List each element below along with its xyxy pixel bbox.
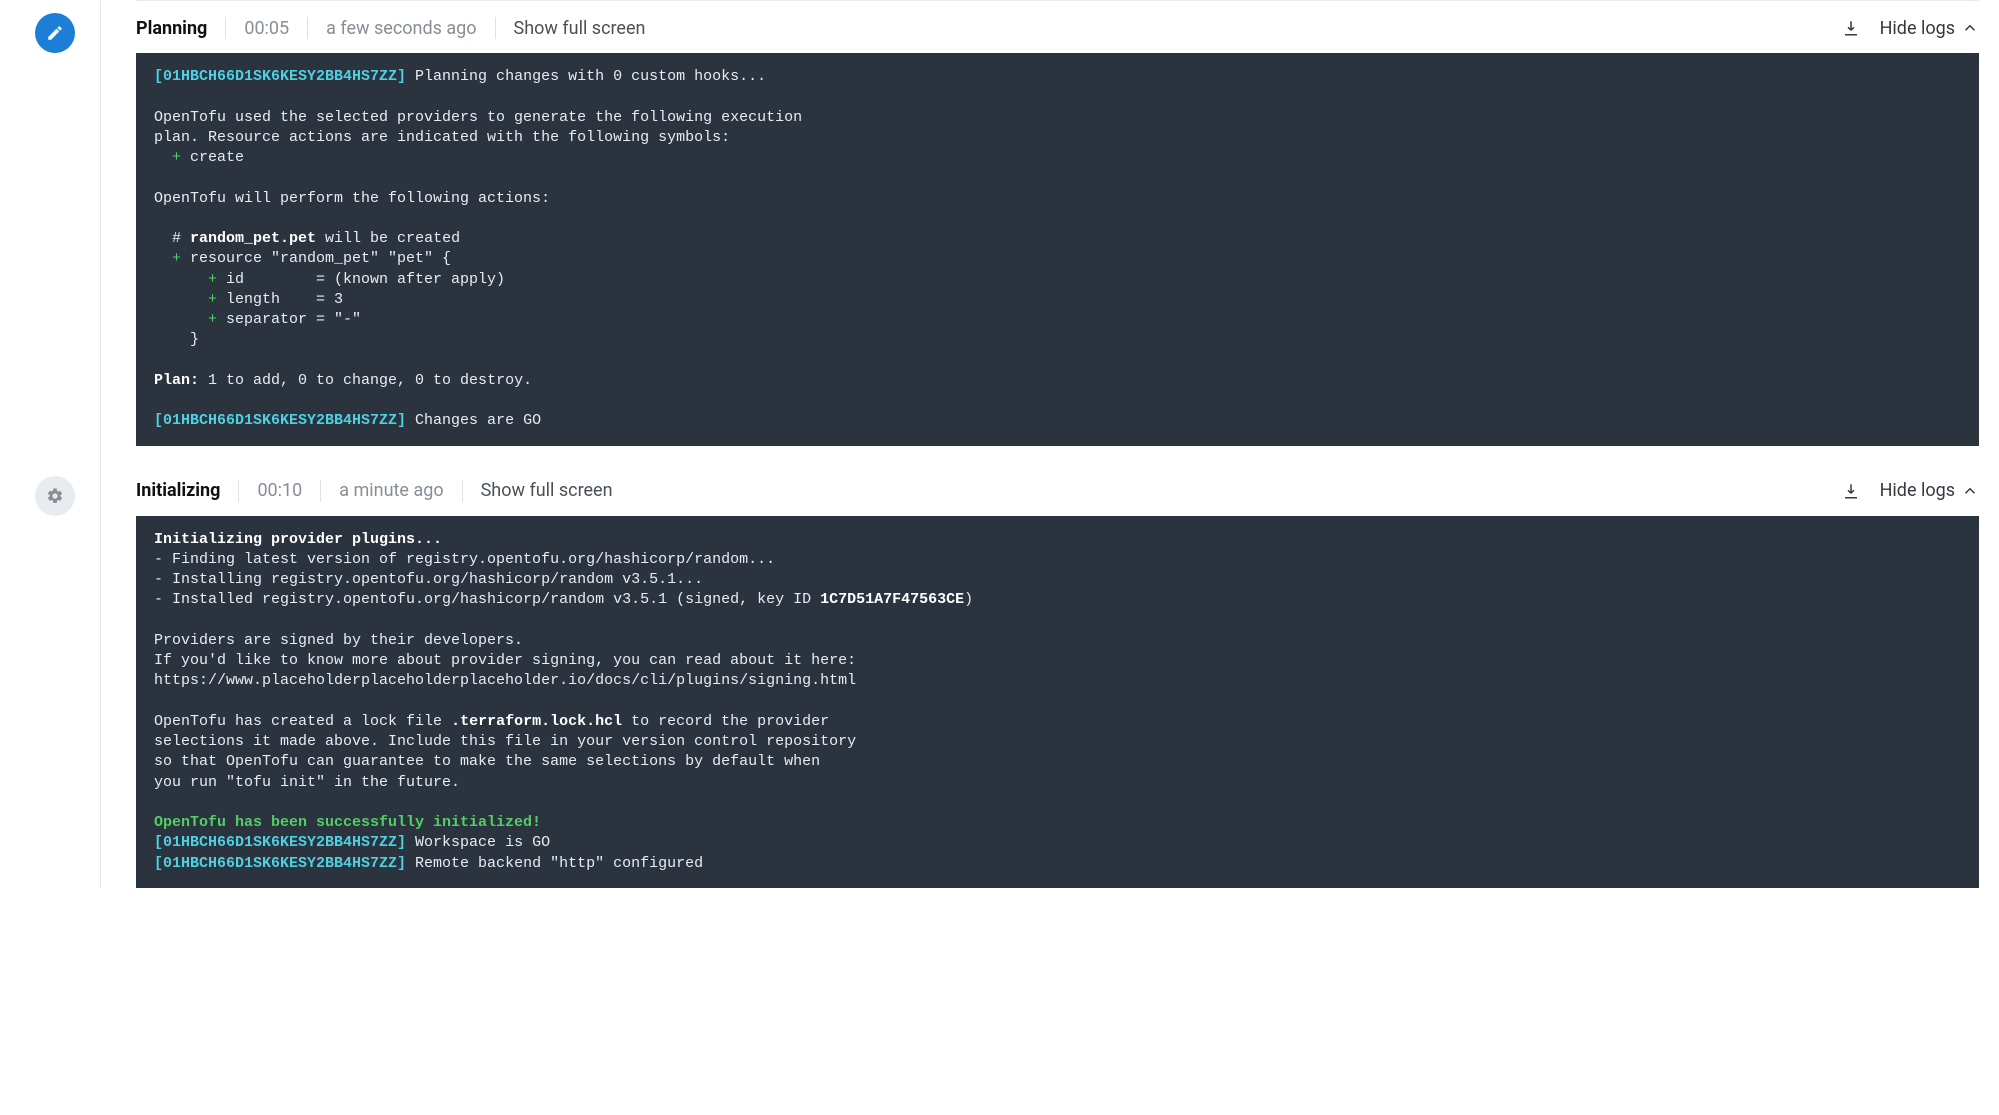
- download-logs-button[interactable]: [1842, 19, 1860, 37]
- stage-duration: 00:05: [244, 18, 289, 39]
- hide-logs-label: Hide logs: [1880, 18, 1955, 39]
- stage-title: Planning: [136, 18, 207, 39]
- download-logs-button[interactable]: [1842, 482, 1860, 500]
- stage-header-planning: Planning 00:05 a few seconds ago Show fu…: [100, 1, 1979, 53]
- divider: [462, 480, 463, 502]
- download-icon: [1842, 19, 1860, 37]
- hide-logs-button[interactable]: Hide logs: [1880, 18, 1979, 39]
- show-full-screen-button[interactable]: Show full screen: [481, 480, 613, 501]
- stage-planning: Planning 00:05 a few seconds ago Show fu…: [100, 1, 1979, 446]
- hide-logs-button[interactable]: Hide logs: [1880, 480, 1979, 501]
- divider: [225, 17, 226, 39]
- divider: [320, 480, 321, 502]
- stage-relative-time: a few seconds ago: [326, 18, 476, 39]
- hide-logs-label: Hide logs: [1880, 480, 1955, 501]
- gear-icon: [35, 476, 75, 516]
- stage-header-initializing: Initializing 00:10 a minute ago Show ful…: [100, 464, 1979, 516]
- divider: [495, 17, 496, 39]
- download-icon: [1842, 482, 1860, 500]
- divider: [307, 17, 308, 39]
- terminal-initializing[interactable]: Initializing provider plugins... - Findi…: [136, 516, 1979, 888]
- terminal-planning[interactable]: [01HBCH66D1SK6KESY2BB4HS7ZZ] Planning ch…: [136, 53, 1979, 446]
- stage-duration: 00:10: [257, 480, 302, 501]
- chevron-up-icon: [1961, 482, 1979, 500]
- show-full-screen-button[interactable]: Show full screen: [514, 18, 646, 39]
- pencil-icon: [35, 13, 75, 53]
- chevron-up-icon: [1961, 19, 1979, 37]
- stage-relative-time: a minute ago: [339, 480, 443, 501]
- stage-initializing: Initializing 00:10 a minute ago Show ful…: [100, 464, 1979, 888]
- stage-title: Initializing: [136, 480, 220, 501]
- divider: [238, 480, 239, 502]
